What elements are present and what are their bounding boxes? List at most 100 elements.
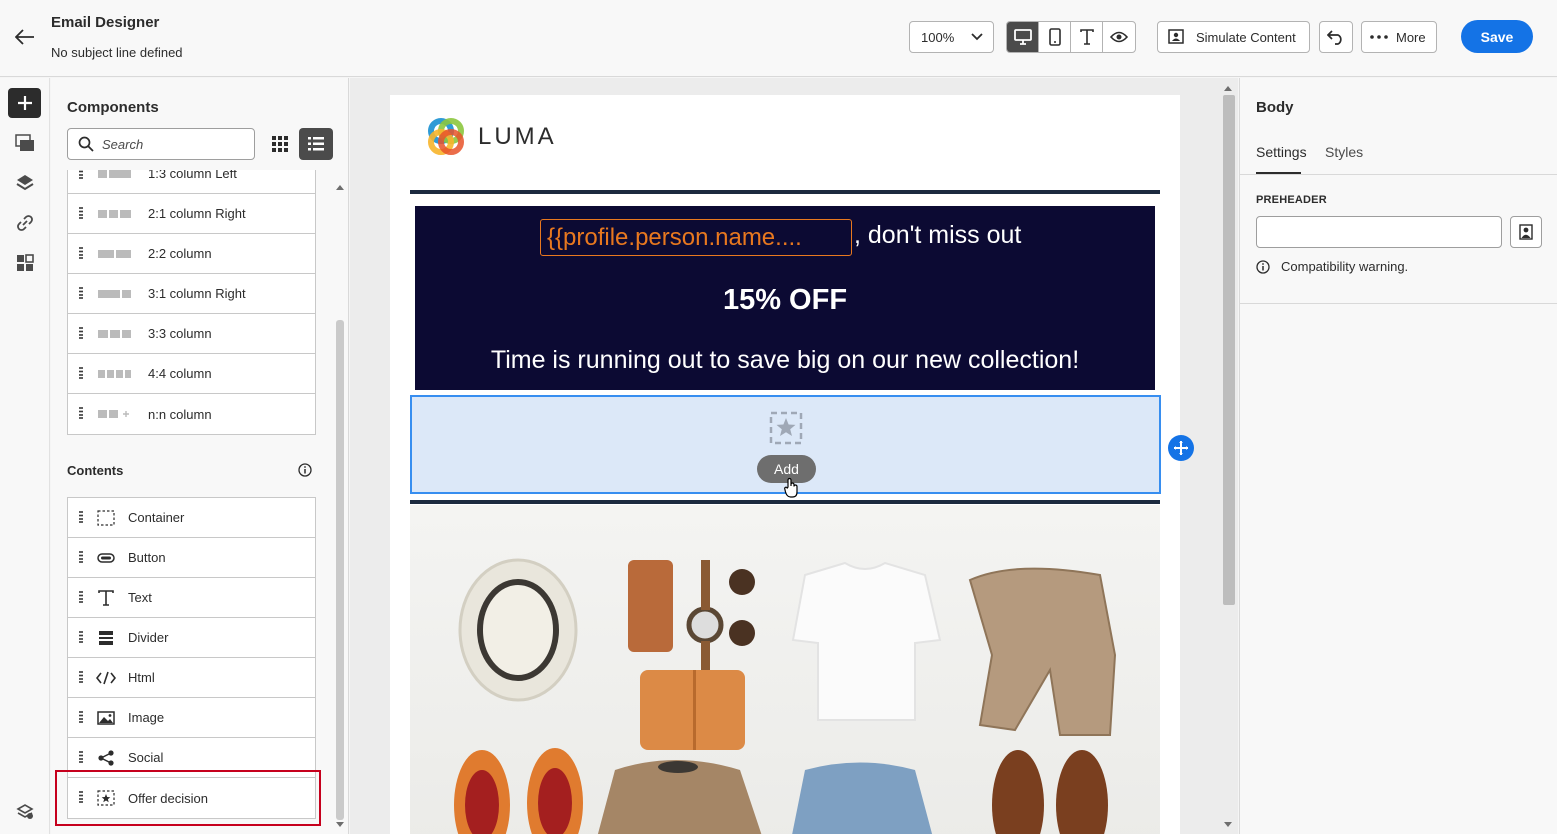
compatibility-warning: Compatibility warning. xyxy=(1256,259,1408,274)
scroll-up-icon xyxy=(1224,86,1232,91)
drag-handle-icon xyxy=(79,511,83,523)
plus-icon xyxy=(17,96,32,110)
content-divider[interactable]: Divider xyxy=(68,618,315,658)
zoom-value: 100% xyxy=(921,29,955,45)
drag-handle-icon xyxy=(79,711,83,723)
divider xyxy=(410,500,1160,504)
content-text[interactable]: Text xyxy=(68,578,315,618)
personalize-button[interactable] xyxy=(1510,216,1542,248)
back-button[interactable] xyxy=(12,24,38,50)
assets-rail-button[interactable] xyxy=(8,128,41,158)
image-icon xyxy=(96,709,116,727)
simulate-label: Simulate Content xyxy=(1196,29,1296,45)
offer-placeholder-icon xyxy=(769,411,803,445)
promo-banner[interactable]: {{profile.person.name.... , don't miss o… xyxy=(415,206,1155,390)
canvas-scroll-thumb[interactable] xyxy=(1223,95,1235,605)
drag-handle-icon xyxy=(79,671,83,683)
content-label: Container xyxy=(128,510,185,525)
drag-handle-icon xyxy=(79,207,83,219)
content-html[interactable]: Html xyxy=(68,658,315,698)
grid-view-button[interactable] xyxy=(265,128,295,160)
content-container[interactable]: Container xyxy=(68,498,315,538)
save-button[interactable]: Save xyxy=(1461,20,1533,53)
structure-3-1-right[interactable]: 3:1 column Right xyxy=(68,274,315,314)
settings-rail-button[interactable] xyxy=(8,796,41,826)
view-mode-group xyxy=(1006,21,1136,53)
mobile-icon xyxy=(1048,28,1061,46)
drag-handle-icon xyxy=(79,751,83,763)
move-handle[interactable] xyxy=(1168,435,1194,461)
content-label: Html xyxy=(128,670,155,685)
product-image[interactable] xyxy=(410,505,1160,834)
arrow-left-icon xyxy=(15,29,34,45)
text-view-button[interactable] xyxy=(1071,22,1103,52)
desktop-view-button[interactable] xyxy=(1007,22,1039,52)
luma-logo-icon xyxy=(428,118,464,155)
content-social[interactable]: Social xyxy=(68,738,315,778)
content-label: Social xyxy=(128,750,164,765)
warning-text: Compatibility warning. xyxy=(1281,259,1409,274)
components-rail-button[interactable] xyxy=(8,88,41,118)
zoom-select[interactable]: 100% xyxy=(909,21,994,53)
preheader-input[interactable] xyxy=(1256,216,1502,248)
content-button[interactable]: Button xyxy=(68,538,315,578)
structure-label: 4:4 column xyxy=(148,366,212,381)
desktop-icon xyxy=(1013,29,1032,45)
divider-icon xyxy=(96,629,116,647)
column-layout-icon xyxy=(98,326,132,342)
content-offer-decision[interactable]: Offer decision xyxy=(68,778,315,818)
layers-icon xyxy=(15,175,34,191)
simulate-content-button[interactable]: Simulate Content xyxy=(1157,21,1310,53)
structure-4-4[interactable]: 4:4 column xyxy=(68,354,315,394)
panel-scroll-thumb[interactable] xyxy=(336,320,344,820)
properties-title: Body xyxy=(1256,99,1294,116)
tab-styles[interactable]: Styles xyxy=(1325,144,1363,160)
more-dots-icon xyxy=(1370,35,1388,39)
app-header: Email Designer No subject line defined 1… xyxy=(0,0,1557,77)
column-layout-icon xyxy=(98,206,132,222)
email-canvas: LUMA {{profile.person.name.... , don't m… xyxy=(350,78,1238,834)
content-label: Button xyxy=(128,550,166,565)
preview-button[interactable] xyxy=(1103,22,1135,52)
structure-label: 1:3 column Left xyxy=(148,170,237,181)
structure-1-3-left[interactable]: 1:3 column Left xyxy=(68,170,315,194)
structure-label: 3:3 column xyxy=(148,326,212,341)
list-view-button[interactable] xyxy=(299,128,333,160)
column-layout-icon xyxy=(98,286,132,302)
simulate-icon xyxy=(1168,29,1184,44)
undo-button[interactable] xyxy=(1319,21,1353,53)
structure-2-2[interactable]: 2:2 column xyxy=(68,234,315,274)
personalization-token[interactable]: {{profile.person.name.... xyxy=(540,219,852,256)
column-layout-icon xyxy=(98,170,132,182)
structure-label: 3:1 column Right xyxy=(148,286,246,301)
content-image[interactable]: Image xyxy=(68,698,315,738)
images-icon xyxy=(14,134,34,151)
list-icon xyxy=(308,137,324,151)
layers-rail-button[interactable] xyxy=(8,168,41,198)
structure-n-n[interactable]: n:n column xyxy=(68,394,315,434)
structure-2-1-right[interactable]: 2:1 column Right xyxy=(68,194,315,234)
eye-icon xyxy=(1110,31,1128,43)
info-icon[interactable] xyxy=(298,463,312,477)
mobile-view-button[interactable] xyxy=(1039,22,1071,52)
column-layout-icon xyxy=(98,406,132,422)
grid-icon xyxy=(272,136,288,152)
links-rail-button[interactable] xyxy=(8,208,41,238)
layer-settings-icon xyxy=(15,804,34,819)
social-icon xyxy=(96,749,116,767)
structure-3-3[interactable]: 3:3 column xyxy=(68,314,315,354)
drag-handle-icon xyxy=(79,170,83,179)
drag-handle-icon xyxy=(79,551,83,563)
fragments-rail-button[interactable] xyxy=(8,248,41,278)
chevron-down-icon xyxy=(971,33,983,41)
search-box xyxy=(67,128,255,160)
more-button[interactable]: More xyxy=(1361,21,1437,53)
structure-label: n:n column xyxy=(148,406,212,422)
drag-handle-icon xyxy=(79,591,83,603)
search-input[interactable] xyxy=(102,136,242,152)
more-label: More xyxy=(1396,29,1426,45)
logo-text: LUMA xyxy=(478,123,557,150)
structures-viewport: 1:3 column Left 2:1 column Right 2:2 col… xyxy=(51,170,349,436)
offer-dropzone[interactable]: Add xyxy=(410,395,1194,498)
tab-settings[interactable]: Settings xyxy=(1256,144,1307,160)
